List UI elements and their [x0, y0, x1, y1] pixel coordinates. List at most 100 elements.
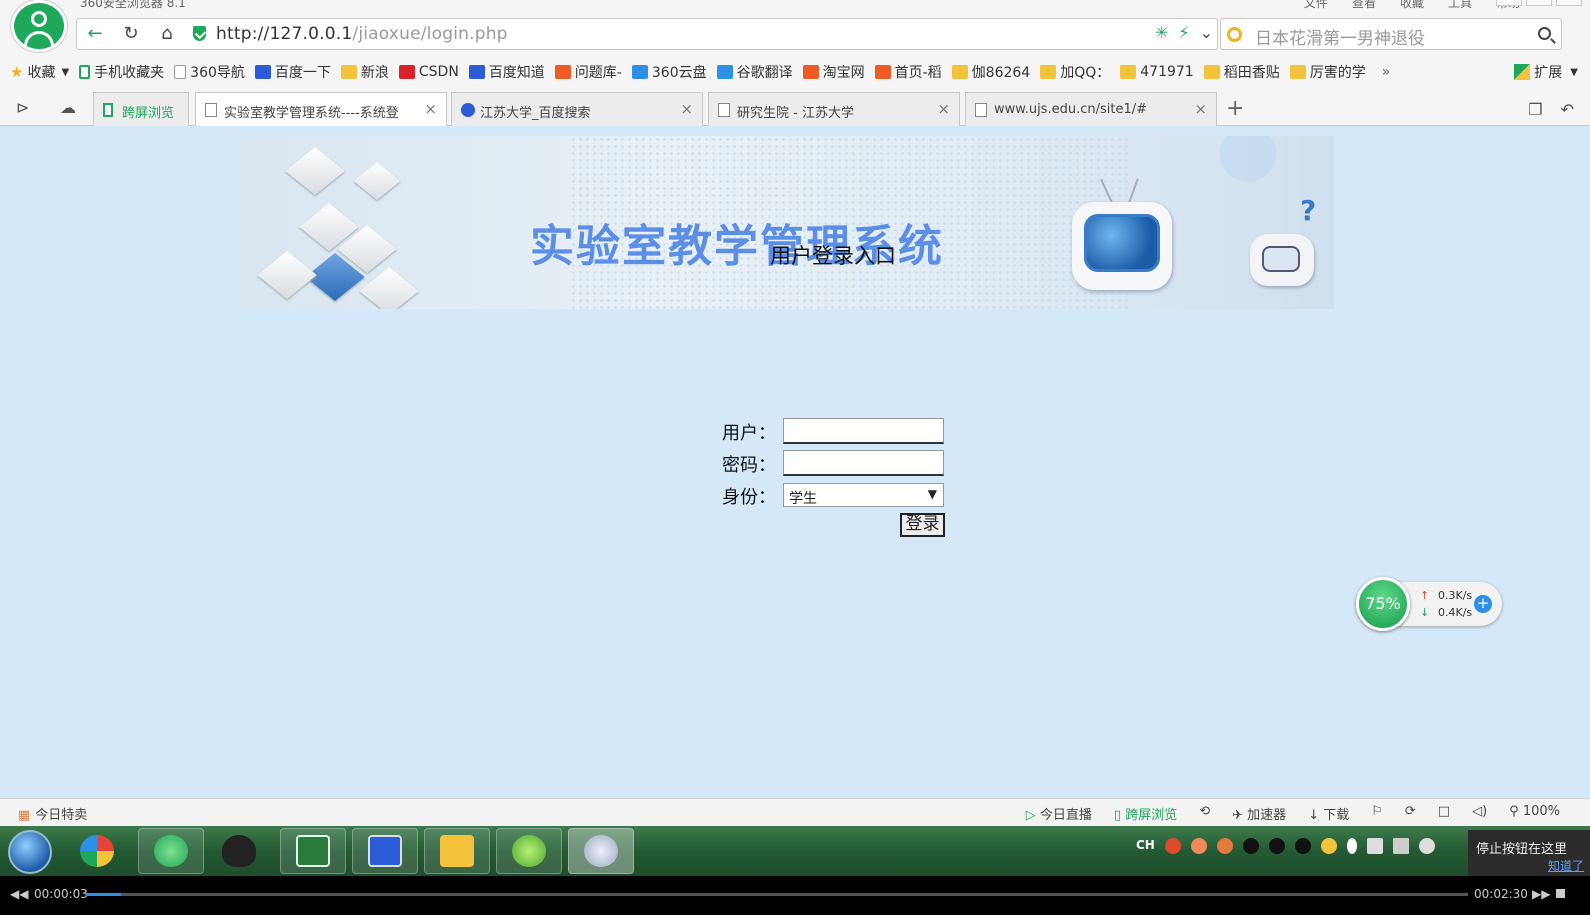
close-tab-icon[interactable]: ×	[1194, 100, 1207, 118]
qq-tray-icon[interactable]	[1294, 838, 1311, 854]
sidebar-toggle-icon[interactable]: ⊳	[16, 98, 29, 117]
search-input[interactable]: 日本花滑第一男神退役	[1255, 24, 1425, 49]
taskbar-qq[interactable]	[206, 828, 272, 874]
back-arrow-icon[interactable]: ←	[81, 23, 109, 45]
bookmark-item[interactable]: 谷歌翻译	[716, 62, 793, 82]
search-engine-icon[interactable]	[1227, 27, 1242, 42]
address-bar[interactable]: ← ↻ ⌂ http://127.0.0.1/jiaoxue/login.php…	[76, 18, 1218, 50]
volume-icon[interactable]	[1418, 838, 1435, 854]
taskbar-app-launcher[interactable]	[64, 828, 130, 874]
ie-mode-icon[interactable]: ⟲	[1199, 804, 1210, 823]
double-chevron-right-icon[interactable]: »	[1382, 64, 1391, 80]
taskbar-excel[interactable]	[280, 828, 346, 874]
bookmark-item[interactable]: 百度一下	[254, 62, 331, 82]
daily-sale-link[interactable]: 今日特卖	[18, 804, 87, 823]
bookmark-item[interactable]: 伽86264	[951, 62, 1030, 82]
qq-tray-icon[interactable]	[1268, 838, 1285, 854]
network-speed-widget[interactable]: 75% 0.3K/s 0.4K/s +	[1356, 577, 1502, 631]
security-shield-icon[interactable]	[193, 26, 206, 41]
folder-icon	[1289, 65, 1306, 79]
tooltip-dismiss-link[interactable]: 知道了	[1476, 857, 1590, 874]
tab-graduate-school[interactable]: 研究生院 - 江苏大学 ×	[708, 92, 960, 126]
tray-app-icon[interactable]	[1190, 838, 1207, 854]
bookmark-item[interactable]: 问题库-	[554, 62, 622, 82]
menu-favorites[interactable]: 收藏	[1400, 0, 1424, 10]
fast-forward-icon[interactable]: ▶▶	[1532, 887, 1550, 901]
zoom-control[interactable]: ⚲ 100%	[1509, 804, 1560, 823]
speaker-icon[interactable]: ◁)	[1472, 804, 1487, 823]
window-icon[interactable]: □	[1438, 804, 1450, 823]
home-icon[interactable]: ⌂	[153, 23, 181, 45]
bookmark-item[interactable]: 厉害的学	[1289, 62, 1366, 82]
undo-close-icon[interactable]: ↶	[1561, 100, 1574, 119]
flag-icon[interactable]: ⚐	[1371, 804, 1383, 823]
bookmark-item[interactable]: 360云盘	[631, 62, 707, 82]
bookmark-favorites[interactable]: ★ 收藏 ▼	[10, 62, 69, 82]
taskbar-360-browser[interactable]	[138, 828, 204, 874]
bookmark-item[interactable]: 新浪	[340, 62, 389, 82]
url-text[interactable]: http://127.0.0.1/jiaoxue/login.php	[216, 24, 508, 44]
bookmark-item[interactable]: 百度知道	[468, 62, 545, 82]
download-button[interactable]: ↓ 下载	[1308, 804, 1349, 823]
username-input[interactable]	[783, 418, 944, 444]
stop-icon[interactable]	[1556, 889, 1565, 898]
progress-track[interactable]	[86, 893, 1468, 896]
network-signal-icon[interactable]	[1392, 838, 1409, 854]
close-tab-icon[interactable]: ×	[937, 100, 950, 118]
menu-view[interactable]: 查看	[1352, 0, 1376, 10]
bookmark-item[interactable]: 首页-稻	[874, 62, 942, 82]
menu-file[interactable]: 文件	[1304, 0, 1328, 10]
plus-icon[interactable]: +	[1474, 595, 1492, 613]
live-button[interactable]: ▷ 今日直播	[1026, 804, 1092, 823]
new-tab-plus-icon[interactable]: +	[1226, 96, 1244, 121]
tab-login-page[interactable]: 实验室教学管理系统----系统登 ×	[195, 92, 447, 127]
close-tab-icon[interactable]: ×	[422, 100, 437, 118]
taskbar-media-player[interactable]	[568, 828, 634, 874]
compat-mode-icon[interactable]: ✳	[1155, 23, 1168, 42]
user-avatar-icon[interactable]	[11, 0, 67, 52]
maximize-button[interactable]	[1526, 0, 1552, 6]
bookmark-item[interactable]: 手机收藏夹	[79, 62, 164, 82]
password-input[interactable]	[783, 450, 944, 476]
tab-ujs-site[interactable]: www.ujs.edu.cn/site1/# ×	[965, 92, 1217, 126]
search-icon[interactable]	[1538, 27, 1551, 40]
memory-percent-ball[interactable]: 75%	[1356, 577, 1410, 631]
bookmark-item[interactable]: 加QQ：	[1040, 62, 1110, 82]
taskbar-word[interactable]	[352, 828, 418, 874]
qq-tray-icon[interactable]	[1242, 838, 1259, 854]
bookmark-item[interactable]: 淘宝网	[802, 62, 865, 82]
search-bar[interactable]: 日本花滑第一男神退役	[1220, 18, 1562, 50]
minimize-button[interactable]	[1496, 0, 1522, 6]
taskbar-explorer[interactable]	[424, 828, 490, 874]
device-icon[interactable]	[1366, 838, 1383, 854]
speed-mode-icon[interactable]: ⚡	[1178, 23, 1189, 42]
bookmark-item[interactable]: 471971	[1120, 64, 1194, 80]
sogou-tray-icon[interactable]	[1164, 838, 1181, 854]
tab-baidu-search[interactable]: 江苏大学_百度搜索 ×	[451, 92, 703, 126]
bluetooth-icon[interactable]	[1346, 838, 1357, 854]
refresh-icon[interactable]: ↻	[117, 23, 145, 45]
taskbar-app[interactable]	[496, 828, 562, 874]
tray-app-icon[interactable]	[1216, 838, 1233, 854]
bookmark-item[interactable]: CSDN	[398, 64, 459, 80]
chevron-down-icon[interactable]: ⌄	[1200, 23, 1213, 42]
close-tab-icon[interactable]: ×	[680, 100, 693, 118]
input-language[interactable]: CH	[1136, 838, 1155, 854]
tab-list-icon[interactable]: ❐	[1528, 100, 1542, 119]
login-button[interactable]: 登录	[900, 513, 945, 537]
role-select[interactable]: 学生 ▼	[783, 483, 944, 507]
rewind-icon[interactable]: ◀◀	[10, 887, 28, 901]
menu-tools[interactable]: 工具	[1448, 0, 1472, 10]
extensions-button[interactable]: 扩展 ▼	[1514, 62, 1578, 82]
bookmark-item[interactable]: 360导航	[174, 62, 245, 82]
cloud-icon[interactable]: ☁	[60, 98, 76, 117]
360-guard-icon[interactable]	[1320, 838, 1337, 854]
tab-cross-screen[interactable]: 跨屏浏览	[93, 92, 189, 126]
bookmark-item[interactable]: 稻田香贴	[1203, 62, 1280, 82]
clean-icon[interactable]: ⟳	[1405, 804, 1416, 823]
accelerator-button[interactable]: ✈ 加速器	[1232, 804, 1286, 823]
close-window-button[interactable]	[1556, 0, 1582, 6]
cross-screen-button[interactable]: ▯ 跨屏浏览	[1114, 804, 1177, 823]
start-button[interactable]	[8, 830, 52, 874]
folder-icon	[440, 835, 474, 867]
